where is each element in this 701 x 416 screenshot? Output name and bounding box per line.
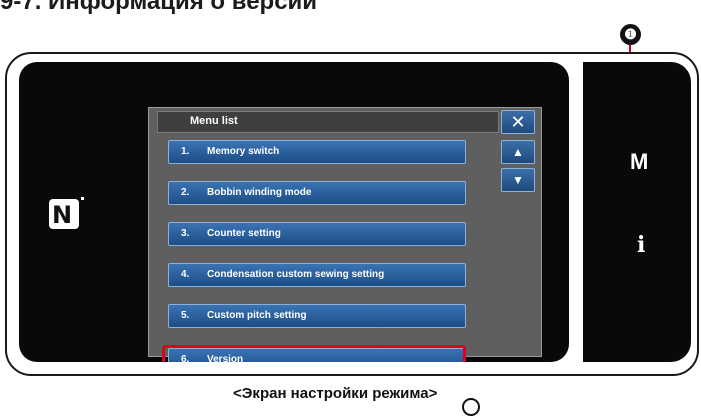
menu-item-number: 5. bbox=[181, 310, 190, 321]
menu-item-number: 2. bbox=[181, 187, 190, 198]
info-key-button[interactable]: i bbox=[637, 232, 645, 258]
nfc-icon: N bbox=[49, 199, 79, 229]
scroll-up-button[interactable]: ▲ bbox=[501, 140, 535, 164]
dialog-title-bar: Menu list bbox=[157, 111, 499, 133]
close-button[interactable]: ✕ bbox=[501, 110, 535, 134]
version-highlight-box bbox=[162, 345, 466, 362]
touch-screen: N Menu list ✕ 1. Memory switch 2. Bobbin… bbox=[19, 62, 569, 362]
menu-item-memory-switch[interactable]: 1. Memory switch bbox=[168, 140, 466, 164]
menu-item-number: 4. bbox=[181, 269, 190, 280]
menu-item-label: Bobbin winding mode bbox=[207, 187, 312, 198]
device-frame: N Menu list ✕ 1. Memory switch 2. Bobbin… bbox=[5, 52, 699, 376]
side-key-panel: M i bbox=[583, 62, 691, 362]
section-heading: 9-7. Информация о версии bbox=[0, 0, 318, 15]
mode-key-button[interactable]: M bbox=[630, 149, 648, 175]
dialog-title: Menu list bbox=[190, 115, 238, 127]
menu-item-number: 3. bbox=[181, 228, 190, 239]
menu-item-label: Memory switch bbox=[207, 146, 280, 157]
menu-item-label: Counter setting bbox=[207, 228, 281, 239]
menu-item-counter-setting[interactable]: 3. Counter setting bbox=[168, 222, 466, 246]
caption-callout-circle bbox=[462, 398, 480, 416]
nfc-trademark-mark bbox=[81, 197, 84, 200]
menu-item-condensation-custom-sewing[interactable]: 4. Condensation custom sewing setting bbox=[168, 263, 466, 287]
menu-list-dialog: Menu list ✕ 1. Memory switch 2. Bobbin w… bbox=[148, 107, 542, 362]
menu-item-bobbin-winding-mode[interactable]: 2. Bobbin winding mode bbox=[168, 181, 466, 205]
screen-caption: <Экран настройки режима> bbox=[233, 385, 438, 402]
menu-item-custom-pitch-setting[interactable]: 5. Custom pitch setting bbox=[168, 304, 466, 328]
scroll-down-button[interactable]: ▼ bbox=[501, 168, 535, 192]
menu-item-label: Custom pitch setting bbox=[207, 310, 307, 321]
menu-item-number: 1. bbox=[181, 146, 190, 157]
menu-item-label: Condensation custom sewing setting bbox=[207, 269, 385, 280]
callout-marker: ❶ bbox=[620, 24, 641, 45]
